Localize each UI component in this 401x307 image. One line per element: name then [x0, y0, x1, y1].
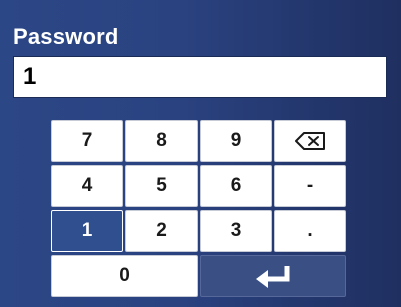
key-label: 2 [156, 220, 167, 241]
key-0[interactable]: 0 [51, 255, 198, 297]
key-label: 3 [230, 220, 242, 241]
key-label: - [306, 175, 314, 196]
key-label: . [307, 220, 313, 241]
key-label: 7 [81, 130, 93, 151]
key-label: 6 [230, 175, 242, 196]
key-minus[interactable]: - [274, 165, 346, 207]
key-label: 4 [81, 175, 93, 196]
backspace-key[interactable] [274, 120, 346, 162]
key-9[interactable]: 9 [200, 120, 272, 162]
enter-key[interactable] [200, 255, 346, 297]
key-3[interactable]: 3 [200, 210, 272, 252]
password-field[interactable]: 1 [13, 56, 387, 98]
key-2[interactable]: 2 [125, 210, 198, 252]
key-5[interactable]: 5 [125, 165, 198, 207]
key-label: 5 [156, 175, 167, 196]
backspace-icon [295, 132, 325, 150]
password-value: 1 [23, 63, 37, 90]
key-4[interactable]: 4 [51, 165, 123, 207]
key-8[interactable]: 8 [125, 120, 198, 162]
key-label: 0 [119, 265, 130, 286]
key-dot[interactable]: . [274, 210, 346, 252]
enter-return-icon [253, 264, 293, 288]
key-label: 1 [81, 220, 93, 241]
password-dialog: Password 1 7 8 9 4 5 6 - 1 2 3 . 0 [0, 0, 401, 307]
key-label: 9 [230, 130, 242, 151]
key-6[interactable]: 6 [200, 165, 272, 207]
key-label: 8 [156, 130, 167, 151]
dialog-title: Password [13, 24, 119, 49]
key-7[interactable]: 7 [51, 120, 123, 162]
key-1[interactable]: 1 [51, 210, 123, 252]
